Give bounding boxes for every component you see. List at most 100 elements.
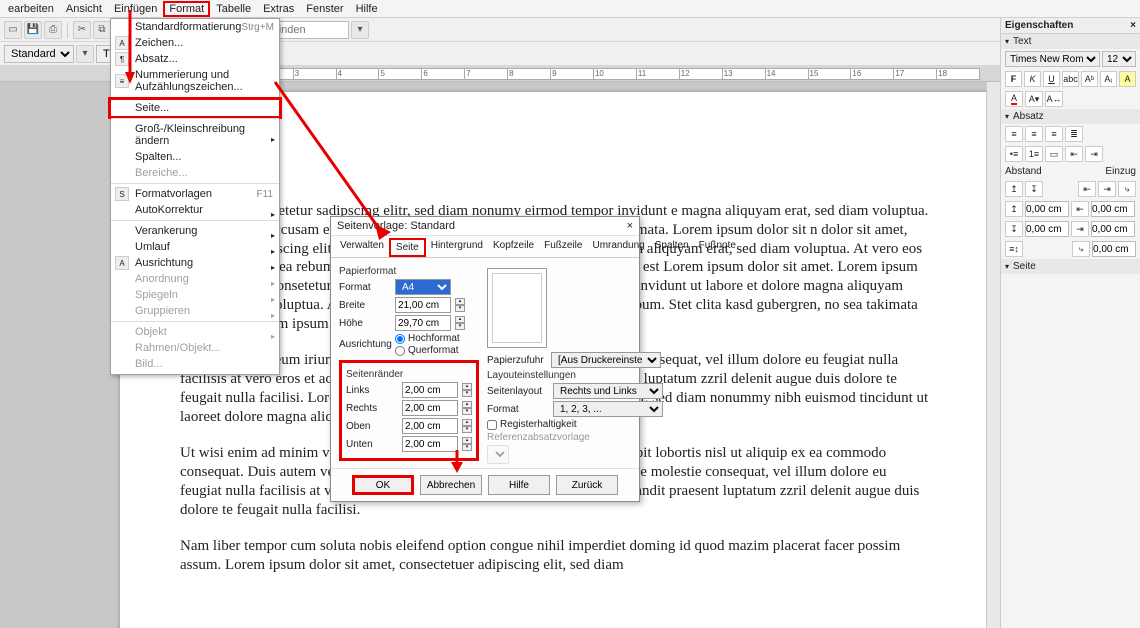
sidebar-section-page[interactable]: Seite bbox=[1001, 259, 1140, 274]
menu-item[interactable]: Verankerung bbox=[111, 223, 279, 239]
page-preview bbox=[487, 268, 547, 348]
save-icon[interactable]: 💾 bbox=[24, 21, 42, 39]
sidebar-section-paragraph[interactable]: Absatz bbox=[1001, 109, 1140, 124]
paper-width-input[interactable] bbox=[395, 297, 451, 313]
font-size-select[interactable]: 12 bbox=[1102, 51, 1136, 67]
font-family-select[interactable]: Times New Roman bbox=[1005, 51, 1100, 67]
tab-fussnote[interactable]: Fußnote bbox=[694, 238, 741, 257]
strike-icon[interactable]: abc bbox=[1062, 71, 1079, 87]
linespacing-icon[interactable]: ≡↕ bbox=[1005, 241, 1023, 257]
char-spacing-icon[interactable]: A↔ bbox=[1045, 91, 1063, 107]
space-above-input[interactable] bbox=[1025, 201, 1069, 217]
highlight-icon[interactable]: A bbox=[1119, 71, 1136, 87]
menu-item[interactable]: StandardformatierungStrg+M bbox=[111, 19, 279, 35]
numbering-icon[interactable]: 1≡ bbox=[1025, 146, 1043, 162]
open-icon[interactable]: ▭ bbox=[4, 21, 22, 39]
margin-top-label: Oben bbox=[346, 421, 398, 432]
menu-view[interactable]: Ansicht bbox=[60, 1, 108, 17]
close-icon[interactable]: × bbox=[1130, 20, 1136, 31]
format-menu-dropdown[interactable]: StandardformatierungStrg+MAZeichen...¶Ab… bbox=[110, 18, 280, 375]
margin-left-input[interactable] bbox=[402, 382, 458, 398]
tab-hintergrund[interactable]: Hintergrund bbox=[426, 238, 488, 257]
underline-icon[interactable]: U bbox=[1043, 71, 1060, 87]
menu-insert[interactable]: Einfügen bbox=[108, 1, 163, 17]
bold-icon[interactable]: F bbox=[1005, 71, 1022, 87]
indent-right-input[interactable] bbox=[1091, 221, 1135, 237]
tab-fusszeile[interactable]: Fußzeile bbox=[539, 238, 587, 257]
char-bg-icon[interactable]: A▾ bbox=[1025, 91, 1043, 107]
sidebar-section-text[interactable]: Text bbox=[1001, 34, 1140, 49]
menu-extras[interactable]: Extras bbox=[257, 1, 300, 17]
print-icon[interactable]: ⎙ bbox=[44, 21, 62, 39]
indent-right-icon[interactable]: ⇥ bbox=[1098, 181, 1116, 197]
align-left-icon[interactable]: ≡ bbox=[1005, 126, 1023, 142]
superscript-icon[interactable]: Aᵇ bbox=[1081, 71, 1098, 87]
menu-help[interactable]: Hilfe bbox=[350, 1, 384, 17]
tab-spalten[interactable]: Spalten bbox=[650, 238, 694, 257]
numformat-select[interactable]: 1, 2, 3, ... bbox=[553, 401, 663, 417]
cancel-button[interactable]: Abbrechen bbox=[420, 475, 482, 495]
body-paragraph[interactable]: Nam liber tempor cum soluta nobis eleife… bbox=[180, 537, 930, 575]
find-input[interactable] bbox=[269, 21, 349, 39]
group-margins-highlight: Seitenränder Links▴▾ Rechts▴▾ Oben▴▾ Unt… bbox=[339, 360, 479, 461]
space-above-icon[interactable]: ↥ bbox=[1005, 181, 1023, 197]
group-paperformat: Papierformat bbox=[339, 266, 479, 277]
help-button[interactable]: Hilfe bbox=[488, 475, 550, 495]
subscript-icon[interactable]: A₍ bbox=[1100, 71, 1117, 87]
bgcolor-icon[interactable]: ▭ bbox=[1045, 146, 1063, 162]
menu-item[interactable]: ¶Absatz... bbox=[111, 51, 279, 67]
font-color-icon[interactable]: A bbox=[1005, 91, 1023, 107]
pagelayout-select[interactable]: Rechts und Links bbox=[553, 383, 663, 399]
space-below-input[interactable] bbox=[1025, 221, 1069, 237]
menu-item[interactable]: Umlauf bbox=[111, 239, 279, 255]
bullets-icon[interactable]: •≡ bbox=[1005, 146, 1023, 162]
ok-button[interactable]: OK bbox=[352, 475, 414, 495]
style-more-icon[interactable]: ▾ bbox=[76, 45, 94, 63]
menu-icon: A bbox=[115, 256, 129, 270]
register-checkbox[interactable] bbox=[487, 420, 497, 430]
indent-first-input[interactable] bbox=[1092, 241, 1136, 257]
indent-dec-icon[interactable]: ⇤ bbox=[1065, 146, 1083, 162]
menubar[interactable]: earbeiten Ansicht Einfügen Format Tabell… bbox=[0, 0, 1140, 18]
copy-icon[interactable]: ⧉ bbox=[93, 21, 111, 39]
menu-item[interactable]: SFormatvorlagenF11 bbox=[111, 186, 279, 202]
menu-item[interactable]: AZeichen... bbox=[111, 35, 279, 51]
menu-item[interactable]: Seite... bbox=[111, 100, 279, 116]
tab-umrandung[interactable]: Umrandung bbox=[587, 238, 649, 257]
indent-inc-icon[interactable]: ⇥ bbox=[1085, 146, 1103, 162]
indent-first-icon[interactable]: ⤷ bbox=[1118, 181, 1136, 197]
italic-icon[interactable]: K bbox=[1024, 71, 1041, 87]
align-justify-icon[interactable]: ≣ bbox=[1065, 126, 1083, 142]
find-next-icon[interactable]: ▾ bbox=[351, 21, 369, 39]
orient-landscape-radio[interactable] bbox=[395, 346, 405, 356]
page-style-dialog[interactable]: Seitenvorlage: Standard × Verwalten Seit… bbox=[330, 216, 640, 502]
cut-icon[interactable]: ✂ bbox=[73, 21, 91, 39]
paper-feed-select[interactable]: [Aus Druckereinstellung] bbox=[551, 352, 661, 368]
menu-table[interactable]: Tabelle bbox=[210, 1, 257, 17]
indent-left-input[interactable] bbox=[1091, 201, 1135, 217]
close-icon[interactable]: × bbox=[627, 220, 633, 232]
menu-item[interactable]: ≡Nummerierung und Aufzählungszeichen... bbox=[111, 67, 279, 95]
indent-left-icon[interactable]: ⇤ bbox=[1078, 181, 1096, 197]
menu-item[interactable]: AutoKorrektur bbox=[111, 202, 279, 218]
align-right-icon[interactable]: ≡ bbox=[1045, 126, 1063, 142]
menu-item[interactable]: AAusrichtung bbox=[111, 255, 279, 271]
margin-top-input[interactable] bbox=[402, 418, 458, 434]
menu-item[interactable]: Spalten... bbox=[111, 149, 279, 165]
orient-portrait-radio[interactable] bbox=[395, 334, 405, 344]
height-label: Höhe bbox=[339, 318, 391, 329]
paper-height-input[interactable] bbox=[395, 315, 451, 331]
menu-item[interactable]: Groß-/Kleinschreibung ändern bbox=[111, 121, 279, 149]
space-below-icon[interactable]: ↧ bbox=[1025, 181, 1043, 197]
menu-label: Bild... bbox=[135, 358, 163, 370]
menu-edit[interactable]: earbeiten bbox=[2, 1, 60, 17]
reset-button[interactable]: Zurück bbox=[556, 475, 618, 495]
align-center-icon[interactable]: ≡ bbox=[1025, 126, 1043, 142]
menu-format[interactable]: Format bbox=[163, 1, 210, 17]
vertical-scrollbar[interactable] bbox=[986, 82, 1000, 628]
menu-window[interactable]: Fenster bbox=[300, 1, 349, 17]
margin-right-input[interactable] bbox=[402, 400, 458, 416]
tab-kopfzeile[interactable]: Kopfzeile bbox=[488, 238, 539, 257]
style-select[interactable]: Standard bbox=[4, 45, 74, 63]
paper-format-select[interactable]: A4 bbox=[395, 279, 451, 295]
